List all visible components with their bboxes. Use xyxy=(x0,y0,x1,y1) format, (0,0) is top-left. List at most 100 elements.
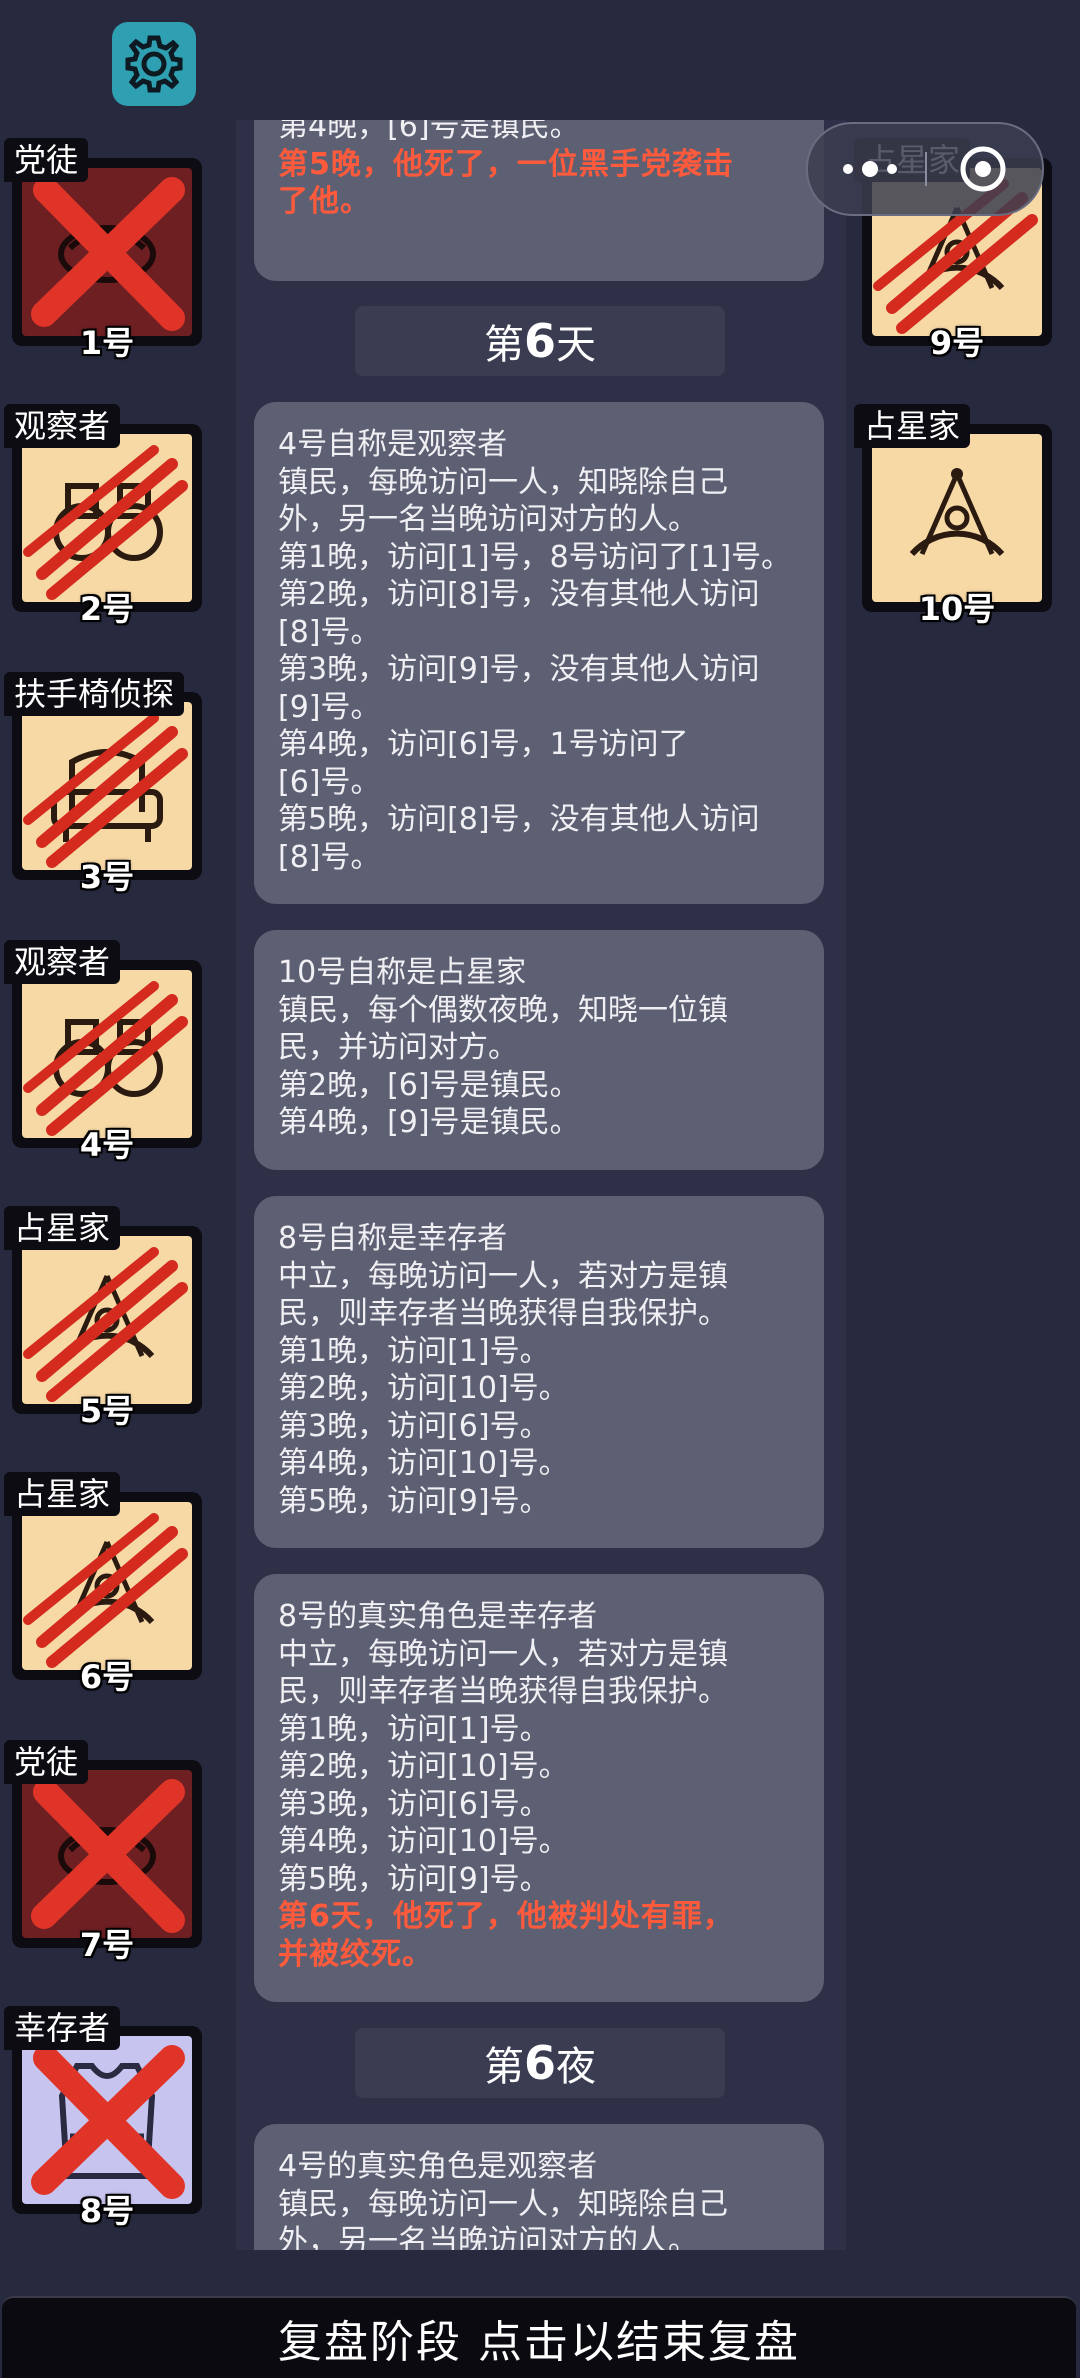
log-line: 第2晚，访问[10]号。 xyxy=(278,1371,569,1406)
mafia-goon-icon xyxy=(31,177,185,331)
player-portrait xyxy=(22,1236,192,1404)
log-card-true-role-8: 8号的真实角色是幸存者 中立，每晚访问一人，若对方是镇 民，则幸存者当晚获得自我… xyxy=(254,1574,824,2002)
day-6-header: 第6天 xyxy=(355,306,725,376)
log-line: 第2晚，[6]号是镇民。 xyxy=(278,1067,580,1103)
player-number: 3号 xyxy=(79,858,135,896)
player-role-label: 扶手椅侦探 xyxy=(4,672,185,716)
player-slot-5[interactable]: 占星家 5号 xyxy=(2,1206,212,1430)
player-role-label: 占星家 xyxy=(4,1206,121,1250)
player-slot-4[interactable]: 观察者 4号 xyxy=(2,940,212,1164)
player-portrait xyxy=(22,970,192,1138)
armchair-icon xyxy=(23,713,188,868)
log-line: 民，则幸存者当晚获得自我保护。 xyxy=(278,1296,728,1331)
player-slot-7[interactable]: 党徒 7号 xyxy=(2,1740,212,1964)
player-slot-1[interactable]: 党徒 1号 xyxy=(2,138,212,362)
log-line: 10号自称是占星家 xyxy=(278,955,527,990)
night-header-suffix: 夜 xyxy=(556,2044,596,2090)
log-line: 第1晚，访问[1]号。 xyxy=(278,1333,550,1369)
log-line: [8]号。 xyxy=(278,614,381,650)
player-role-label: 幸存者 xyxy=(4,2006,121,2050)
target-close-icon[interactable] xyxy=(958,144,1008,194)
sextant-icon xyxy=(23,1247,188,1402)
log-line-death: 第5晚，他死了，一位黑手党袭击 xyxy=(278,146,734,182)
day-header-suffix: 天 xyxy=(556,322,596,368)
log-line: [6]号。 xyxy=(278,764,381,800)
log-line: 外，另一名当晚访问对方的人。 xyxy=(278,2224,698,2250)
player-role-label: 占星家 xyxy=(854,404,971,448)
log-line: 第3晚，访问[6]号。 xyxy=(278,1786,550,1822)
player-role-label: 占星家 xyxy=(4,1472,121,1516)
player-role-label: 观察者 xyxy=(4,404,121,448)
player-slot-10[interactable]: 占星家 10号 xyxy=(852,404,1062,628)
binoculars-icon xyxy=(23,981,188,1136)
log-card-claim-8: 8号自称是幸存者 中立，每晚访问一人，若对方是镇 民，则幸存者当晚获得自我保护。… xyxy=(254,1196,824,1548)
log-line: 第5晚，访问[8]号，没有其他人访问 xyxy=(278,802,760,837)
log-line: 第5晚，访问[9]号。 xyxy=(278,1483,550,1519)
log-line: 第5晚，访问[9]号。 xyxy=(278,1861,550,1897)
log-line: 第4晚，访问[6]号，1号访问了 xyxy=(278,727,689,762)
sextant-icon xyxy=(23,1513,188,1668)
log-line: 第4晚，访问[10]号。 xyxy=(278,1446,569,1481)
log-line: 镇民，每个偶数夜晚，知晓一位镇 xyxy=(278,992,728,1028)
log-line: 8号的真实角色是幸存者 xyxy=(278,1599,598,1634)
end-review-label: 复盘阶段 点击以结束复盘 xyxy=(278,2317,800,2368)
player-number: 2号 xyxy=(79,590,135,628)
player-slot-2[interactable]: 观察者 2号 xyxy=(2,404,212,628)
settings-button[interactable] xyxy=(112,22,196,106)
day-header-prefix: 第 xyxy=(483,322,524,368)
log-line: 第4晚，访问[10]号。 xyxy=(278,1824,569,1859)
log-line: 第2晚，访问[8]号，没有其他人访问 xyxy=(278,577,760,612)
capsule-divider xyxy=(925,152,927,186)
vest-icon xyxy=(31,2045,185,2199)
log-line: 第1晚，访问[1]号，8号访问了[1]号。 xyxy=(278,539,792,575)
player-number: 9号 xyxy=(929,324,985,362)
player-number: 10号 xyxy=(918,590,996,628)
day-header-number: 6 xyxy=(523,314,556,368)
player-portrait xyxy=(22,168,192,336)
log-line: 镇民，每晚访问一人，知晓除自己 xyxy=(278,464,728,500)
player-portrait xyxy=(22,702,192,870)
player-slot-8[interactable]: 幸存者 8号 xyxy=(2,2006,212,2230)
log-line: 中立，每晚访问一人，若对方是镇 xyxy=(278,1636,728,1672)
player-portrait xyxy=(872,434,1042,602)
gear-icon xyxy=(125,35,183,93)
binoculars-icon xyxy=(23,445,188,600)
log-card-night5-death: 第4晚，[6]号是镇民。 第5晚，他死了，一位黑手党袭击 了他。 xyxy=(254,120,824,281)
log-line: 4号自称是观察者 xyxy=(278,427,508,462)
log-line: [8]号。 xyxy=(278,839,381,875)
log-line: 民，并访问对方。 xyxy=(278,1030,518,1065)
player-number: 8号 xyxy=(79,2192,135,2230)
player-slot-3[interactable]: 扶手椅侦探 3号 xyxy=(2,672,212,896)
log-line-death: 了他。 xyxy=(278,184,371,219)
log-line: [9]号。 xyxy=(278,689,381,725)
end-review-button[interactable]: 复盘阶段 点击以结束复盘 xyxy=(2,2296,1076,2378)
night-header-number: 6 xyxy=(523,2036,556,2090)
player-number: 1号 xyxy=(79,324,135,362)
player-number: 6号 xyxy=(79,1658,135,1696)
log-line: 第4晚，[9]号是镇民。 xyxy=(278,1105,580,1140)
player-number: 4号 xyxy=(79,1126,135,1164)
log-line: 第1晚，访问[1]号。 xyxy=(278,1711,550,1747)
player-portrait xyxy=(22,1502,192,1670)
player-number: 5号 xyxy=(79,1392,135,1430)
log-line-death: 第6天，他死了，他被判处有罪， xyxy=(278,1899,734,1934)
player-role-label: 党徒 xyxy=(4,1740,89,1784)
log-line: 第4晚，[6]号是镇民。 xyxy=(278,120,580,144)
log-line: 第2晚，访问[10]号。 xyxy=(278,1749,569,1784)
log-card-claim-4: 4号自称是观察者 镇民，每晚访问一人，知晓除自己 外，另一名当晚访问对方的人。 … xyxy=(254,402,824,904)
player-number: 7号 xyxy=(79,1926,135,1964)
log-line-death: 并被绞死。 xyxy=(278,1936,433,1972)
player-slot-6[interactable]: 占星家 6号 xyxy=(2,1472,212,1696)
more-dots-icon[interactable] xyxy=(834,154,914,184)
app-capsule-menu xyxy=(806,122,1044,216)
game-log-panel[interactable]: 第4晚，[6]号是镇民。 第5晚，他死了，一位黑手党袭击 了他。 第6天 4号自… xyxy=(236,120,846,2250)
sextant-icon xyxy=(909,468,1005,557)
player-portrait xyxy=(22,1770,192,1938)
log-line: 民，则幸存者当晚获得自我保护。 xyxy=(278,1674,728,1709)
player-role-label: 观察者 xyxy=(4,940,121,984)
mafia-goon-icon xyxy=(31,1779,185,1933)
log-card-true-role-4: 4号的真实角色是观察者 镇民，每晚访问一人，知晓除自己 外，另一名当晚访问对方的… xyxy=(254,2124,824,2250)
log-line: 4号的真实角色是观察者 xyxy=(278,2149,598,2184)
night-header-prefix: 第 xyxy=(483,2044,524,2090)
log-card-claim-10: 10号自称是占星家 镇民，每个偶数夜晚，知晓一位镇 民，并访问对方。 第2晚，[… xyxy=(254,930,824,1170)
